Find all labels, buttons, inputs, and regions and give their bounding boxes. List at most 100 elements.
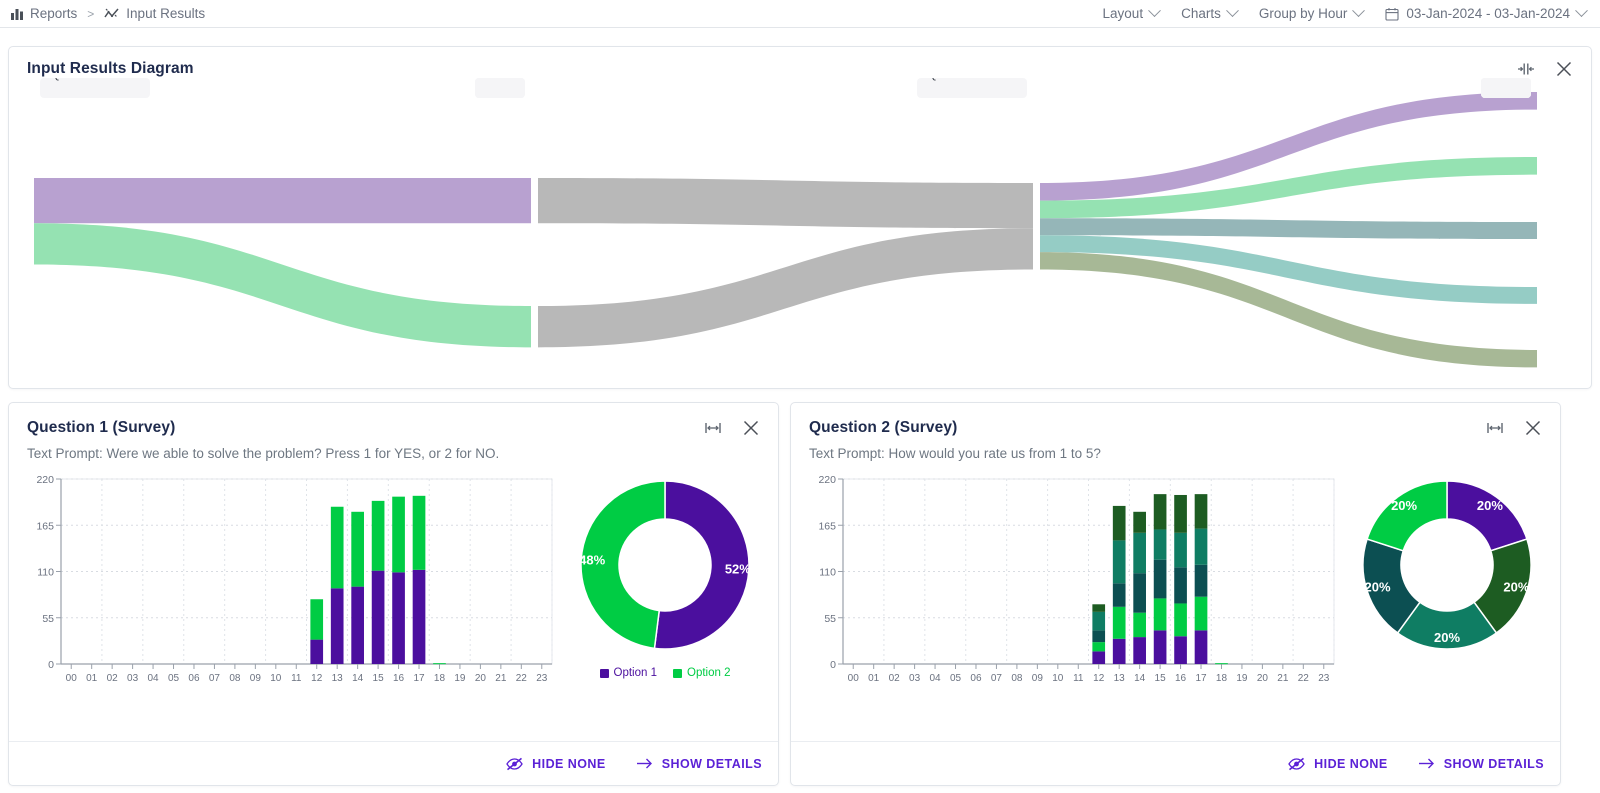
hide-none-button[interactable]: HIDE NONE: [506, 757, 606, 771]
question-2-donut-chart: 20% 20% 20% 20% 20%: [1362, 480, 1532, 650]
legend-item[interactable]: Option 1: [599, 667, 657, 679]
svg-text:18: 18: [1216, 673, 1228, 684]
legend-swatch: [673, 668, 682, 678]
question-2-bar-chart: 0 55 110 165 220 00 01 02 03 04 05 06 07 08 09 10 11 12 13…: [818, 474, 1335, 684]
show-details-label: SHOW DETAILS: [661, 756, 762, 771]
svg-text:22: 22: [516, 673, 528, 684]
svg-text:55: 55: [42, 613, 54, 625]
charts-label: Charts: [1181, 6, 1221, 21]
collapse-horizontal-icon[interactable]: [1517, 61, 1535, 77]
svg-text:07: 07: [991, 673, 1003, 684]
arrow-right-icon: [636, 758, 652, 769]
svg-text:04: 04: [148, 673, 160, 684]
close-icon[interactable]: [1524, 419, 1542, 437]
svg-text:110: 110: [819, 567, 836, 579]
svg-text:09: 09: [1032, 673, 1044, 684]
breadcrumb-item-reports[interactable]: Reports: [10, 6, 77, 21]
chevron-down-icon: [1225, 4, 1239, 18]
group-by-dropdown[interactable]: Group by Hour: [1258, 4, 1366, 21]
svg-text:165: 165: [818, 520, 836, 532]
top-bar-controls: Layout Charts Group by Hour 03-Jan-2024 …: [1103, 4, 1588, 21]
question-2-footer: HIDE NONE SHOW DETAILS: [791, 741, 1560, 785]
svg-text:03: 03: [909, 673, 921, 684]
svg-text:52%: 52%: [725, 562, 751, 577]
svg-text:07: 07: [209, 673, 221, 684]
svg-text:01: 01: [868, 673, 880, 684]
date-range-label: 03-Jan-2024 - 03-Jan-2024: [1406, 6, 1570, 21]
svg-text:00: 00: [848, 673, 860, 684]
question-1-bar-chart: 0 55 110 165 220 00 01 02 03 04 05 06 07 08 09 10 11 12 13…: [36, 474, 553, 684]
trend-line-icon: [104, 8, 119, 17]
svg-text:20%: 20%: [1503, 580, 1529, 595]
legend-label: Option 2: [687, 667, 731, 679]
svg-text:21: 21: [1277, 673, 1289, 684]
svg-text:06: 06: [188, 673, 200, 684]
svg-text:06: 06: [970, 673, 982, 684]
svg-text:20%: 20%: [1477, 498, 1503, 513]
svg-text:15: 15: [1155, 673, 1167, 684]
question-1-title: Question 1 (Survey): [27, 419, 176, 436]
chevron-down-icon: [1352, 4, 1366, 18]
svg-text:10: 10: [1052, 673, 1064, 684]
svg-text:14: 14: [1134, 673, 1146, 684]
svg-text:21: 21: [495, 673, 507, 684]
expand-horizontal-icon[interactable]: [704, 420, 722, 436]
svg-text:08: 08: [1011, 673, 1023, 684]
svg-text:20%: 20%: [1365, 580, 1391, 595]
legend-item[interactable]: Option 2: [673, 667, 730, 679]
svg-text:05: 05: [168, 673, 180, 684]
svg-text:48%: 48%: [579, 552, 605, 567]
show-details-button[interactable]: SHOW DETAILS: [636, 757, 762, 771]
sankey-links: [34, 92, 1537, 368]
svg-text:23: 23: [1318, 673, 1330, 684]
eye-off-icon: [1288, 757, 1305, 770]
question-2-donut-wrap: 20% 20% 20% 20% 20%: [1342, 467, 1552, 667]
breadcrumb-item-input-results[interactable]: Input Results: [104, 6, 205, 21]
expand-horizontal-icon[interactable]: [1486, 420, 1504, 436]
svg-text:18: 18: [434, 673, 446, 684]
hide-none-label: HIDE NONE: [1314, 756, 1388, 771]
hide-none-button[interactable]: HIDE NONE: [1288, 757, 1388, 771]
sankey-diagram: Question 1: 10491: 5482: 501Question 2: …: [34, 78, 1537, 368]
svg-text:09: 09: [250, 673, 262, 684]
svg-text:20%: 20%: [1391, 498, 1417, 513]
svg-text:Question 2: 1049: Question 2: 1049: [928, 78, 1016, 81]
group-by-label: Group by Hour: [1258, 6, 1348, 21]
bar-chart-icon: [11, 8, 23, 20]
question-1-donut-chart: 52% 48%: [579, 480, 751, 650]
svg-text:23: 23: [536, 673, 548, 684]
svg-text:220: 220: [818, 474, 836, 486]
sankey-card-header: Input Results Diagram: [9, 47, 1591, 78]
svg-text:110: 110: [37, 567, 54, 579]
svg-text:19: 19: [454, 673, 466, 684]
eye-off-icon: [506, 757, 523, 770]
date-range-picker[interactable]: 03-Jan-2024 - 03-Jan-2024: [1385, 4, 1588, 21]
svg-text:04: 04: [930, 673, 942, 684]
close-icon[interactable]: [742, 419, 760, 437]
top-bar: Reports > Input Results Layout Charts Gr…: [0, 0, 1600, 28]
input-results-diagram-card: Input Results Diagram: [8, 46, 1592, 389]
question-1-actions: [704, 419, 760, 437]
svg-text:17: 17: [1195, 673, 1207, 684]
question-1-header: Question 1 (Survey): [9, 403, 778, 437]
breadcrumb-separator: >: [87, 6, 95, 21]
sankey-card-title: Input Results Diagram: [27, 60, 194, 77]
close-icon[interactable]: [1555, 60, 1573, 78]
charts-dropdown[interactable]: Charts: [1181, 4, 1239, 21]
svg-text:20: 20: [475, 673, 487, 684]
svg-text:16: 16: [1175, 673, 1187, 684]
hide-none-label: HIDE NONE: [532, 756, 606, 771]
calendar-icon: [1385, 7, 1399, 21]
svg-text:20: 20: [1257, 673, 1269, 684]
svg-text:Question 1: 1049: Question 1: 1049: [51, 78, 139, 81]
layout-dropdown[interactable]: Layout: [1103, 4, 1161, 21]
svg-text:19: 19: [1236, 673, 1248, 684]
question-1-legend: Option 1 Option 2: [599, 667, 730, 679]
breadcrumb-label-reports: Reports: [30, 6, 78, 21]
question-1-footer: HIDE NONE SHOW DETAILS: [9, 741, 778, 785]
svg-text:11: 11: [291, 673, 302, 684]
svg-text:165: 165: [36, 520, 54, 532]
svg-text:13: 13: [1114, 673, 1126, 684]
show-details-button[interactable]: SHOW DETAILS: [1418, 757, 1544, 771]
svg-text:02: 02: [889, 673, 901, 684]
